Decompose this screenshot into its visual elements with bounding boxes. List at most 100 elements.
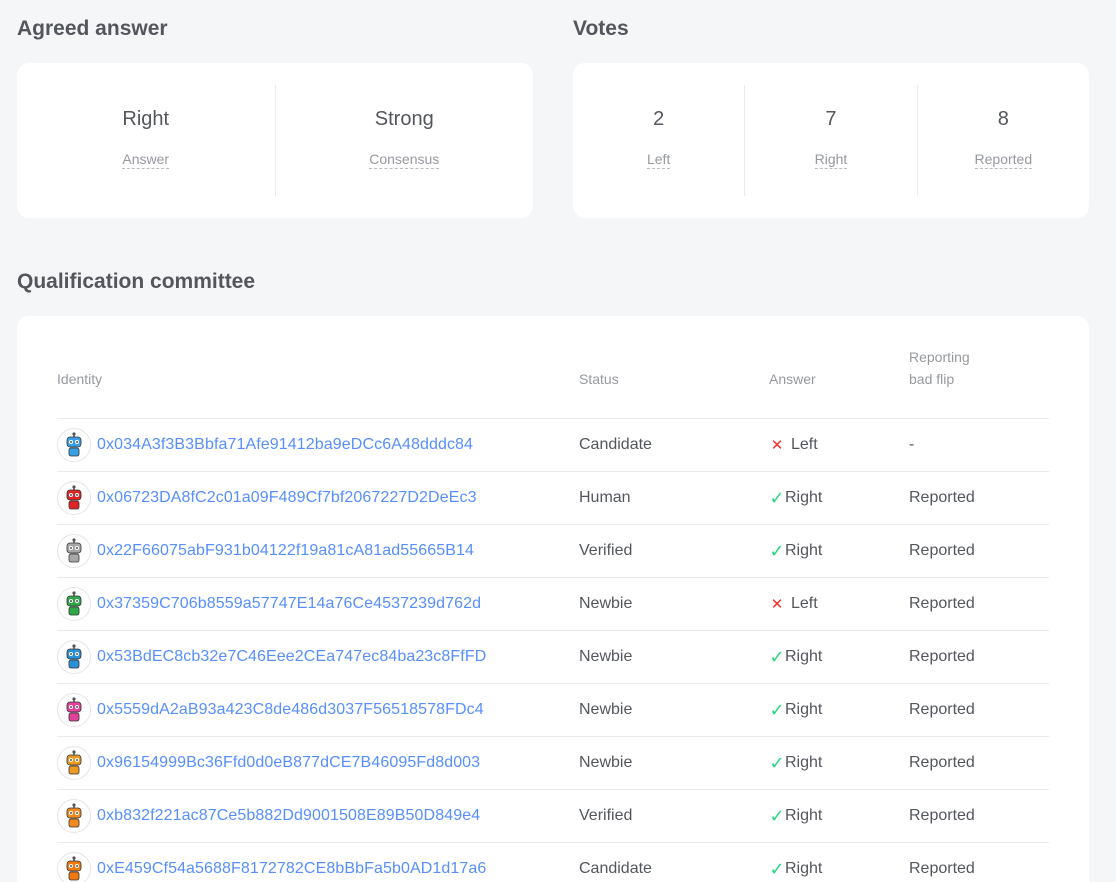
robot-avatar-icon[interactable] xyxy=(57,852,91,882)
right-votes-stat: 7 Right xyxy=(745,85,918,196)
table-row[interactable]: 0x96154999Bc36Ffd0d0eB877dCE7B46095Fd8d0… xyxy=(57,736,1049,790)
identity-address-link[interactable]: 0x53BdEC8cb32e7C46Eee2CEa747ec84ba23c8Ff… xyxy=(97,648,486,666)
left-votes-value: 2 xyxy=(653,108,665,130)
table-row[interactable]: 0x5559dA2aB93a423C8de486d3037F56518578FD… xyxy=(57,683,1049,737)
robot-avatar-icon[interactable] xyxy=(57,799,91,833)
answer-stat: Right Answer xyxy=(17,85,276,196)
reporting-cell: Reported xyxy=(909,471,1049,525)
status-cell: Verified xyxy=(579,789,769,843)
cross-icon: ✕ xyxy=(770,437,784,454)
robot-avatar-icon[interactable] xyxy=(57,640,91,674)
reported-votes-value: 8 xyxy=(997,108,1009,130)
answer-value: Right xyxy=(122,108,170,130)
identity-address-link[interactable]: 0x06723DA8fC2c01a09F489Cf7bf2067227D2DeE… xyxy=(97,489,477,507)
identity-cell: 0xb832f221ac87Ce5b882Dd9001508E89B50D849… xyxy=(57,789,579,843)
identity: 0x22F66075abF931b04122f19a81cA81ad55665B… xyxy=(57,534,579,568)
reported-votes-stat: 8 Reported xyxy=(918,85,1089,196)
answer-text: Right xyxy=(785,754,823,771)
identity-address-link[interactable]: 0x5559dA2aB93a423C8de486d3037F56518578FD… xyxy=(97,701,484,719)
identity: 0x5559dA2aB93a423C8de486d3037F56518578FD… xyxy=(57,693,579,727)
identity: 0x034A3f3B3Bbfa71Afe91412ba9eDCc6A48dddc… xyxy=(57,428,579,462)
consensus-stat: Strong Consensus xyxy=(276,85,534,196)
committee-title: Qualification committee xyxy=(17,270,256,293)
right-votes-label[interactable]: Right xyxy=(814,151,848,169)
reporting-header: Reporting bad flip xyxy=(909,346,1049,419)
check-icon: ✓ xyxy=(769,858,785,879)
answer-text: Left xyxy=(791,595,818,612)
answer-cell: ✕ Left xyxy=(769,418,909,472)
reporting-header-line2: bad flip xyxy=(909,371,955,387)
table-header-row: Identity Status Answer Reporting bad fli… xyxy=(57,346,1049,419)
identity: 0x53BdEC8cb32e7C46Eee2CEa747ec84ba23c8Ff… xyxy=(57,640,579,674)
table-row[interactable]: 0xE459Cf54a5688F8172782CE8bBbFa5b0AD1d17… xyxy=(57,842,1049,882)
answer-cell: ✓ Right xyxy=(769,683,909,737)
check-icon: ✓ xyxy=(769,487,785,508)
identity: 0x06723DA8fC2c01a09F489Cf7bf2067227D2DeE… xyxy=(57,481,579,515)
robot-avatar-icon[interactable] xyxy=(57,481,91,515)
identity: 0x37359C706b8559a57747E14a76Ce4537239d76… xyxy=(57,587,579,621)
answer-cell: ✓ Right xyxy=(769,524,909,578)
identity-address-link[interactable]: 0x96154999Bc36Ffd0d0eB877dCE7B46095Fd8d0… xyxy=(97,754,480,772)
reporting-cell: Reported xyxy=(909,630,1049,684)
answer-cell: ✕ Left xyxy=(769,577,909,631)
status-cell: Newbie xyxy=(579,577,769,631)
identity-cell: 0x06723DA8fC2c01a09F489Cf7bf2067227D2DeE… xyxy=(57,471,579,525)
left-votes-label[interactable]: Left xyxy=(646,151,671,169)
reporting-cell: Reported xyxy=(909,842,1049,882)
robot-avatar-icon[interactable] xyxy=(57,534,91,568)
committee-card: Identity Status Answer Reporting bad fli… xyxy=(17,316,1089,882)
right-votes-value: 7 xyxy=(825,108,837,130)
check-icon: ✓ xyxy=(769,805,785,826)
reported-votes-label[interactable]: Reported xyxy=(974,151,1033,169)
reporting-cell: - xyxy=(909,418,1049,472)
votes-card: 2 Left 7 Right 8 Reported xyxy=(573,63,1089,218)
table-row[interactable]: 0x22F66075abF931b04122f19a81cA81ad55665B… xyxy=(57,524,1049,578)
reporting-cell: Reported xyxy=(909,683,1049,737)
answer-text: Right xyxy=(785,701,823,718)
table-row[interactable]: 0xb832f221ac87Ce5b882Dd9001508E89B50D849… xyxy=(57,789,1049,843)
table-row[interactable]: 0x034A3f3B3Bbfa71Afe91412ba9eDCc6A48dddc… xyxy=(57,418,1049,472)
status-cell: Newbie xyxy=(579,630,769,684)
answer-text: Right xyxy=(785,860,823,878)
consensus-value: Strong xyxy=(374,108,434,130)
agreed-answer-title: Agreed answer xyxy=(17,17,168,40)
identity-cell: 0xE459Cf54a5688F8172782CE8bBbFa5b0AD1d17… xyxy=(57,842,579,882)
identity-address-link[interactable]: 0x22F66075abF931b04122f19a81cA81ad55665B… xyxy=(97,542,474,560)
identity-address-link[interactable]: 0x37359C706b8559a57747E14a76Ce4537239d76… xyxy=(97,595,481,613)
robot-avatar-icon[interactable] xyxy=(57,428,91,462)
identity-cell: 0x5559dA2aB93a423C8de486d3037F56518578FD… xyxy=(57,683,579,737)
robot-avatar-icon[interactable] xyxy=(57,693,91,727)
consensus-label[interactable]: Consensus xyxy=(369,151,440,169)
status-header: Status xyxy=(579,371,619,387)
committee-rows: 0x034A3f3B3Bbfa71Afe91412ba9eDCc6A48dddc… xyxy=(57,418,1049,882)
answer-text: Right xyxy=(785,542,823,559)
answer-cell: ✓ Right xyxy=(769,789,909,843)
identity-cell: 0x53BdEC8cb32e7C46Eee2CEa747ec84ba23c8Ff… xyxy=(57,630,579,684)
reporting-header-line1: Reporting xyxy=(909,349,970,365)
identity-address-link[interactable]: 0xb832f221ac87Ce5b882Dd9001508E89B50D849… xyxy=(97,807,480,825)
table-row[interactable]: 0x37359C706b8559a57747E14a76Ce4537239d76… xyxy=(57,577,1049,631)
robot-avatar-icon[interactable] xyxy=(57,746,91,780)
status-cell: Human xyxy=(579,471,769,525)
reporting-cell: Reported xyxy=(909,736,1049,790)
identity-address-link[interactable]: 0x034A3f3B3Bbfa71Afe91412ba9eDCc6A48dddc… xyxy=(97,436,473,454)
agreed-answer-card: Right Answer Strong Consensus xyxy=(17,63,533,218)
identity-address-link[interactable]: 0xE459Cf54a5688F8172782CE8bBbFa5b0AD1d17… xyxy=(97,860,486,878)
check-icon: ✓ xyxy=(769,646,785,667)
table-row[interactable]: 0x06723DA8fC2c01a09F489Cf7bf2067227D2DeE… xyxy=(57,471,1049,525)
reporting-cell: Reported xyxy=(909,577,1049,631)
table-row[interactable]: 0x53BdEC8cb32e7C46Eee2CEa747ec84ba23c8Ff… xyxy=(57,630,1049,684)
status-cell: Newbie xyxy=(579,736,769,790)
committee-table: Identity Status Answer Reporting bad fli… xyxy=(57,346,1049,882)
robot-avatar-icon[interactable] xyxy=(57,587,91,621)
identity-cell: 0x22F66075abF931b04122f19a81cA81ad55665B… xyxy=(57,524,579,578)
identity-cell: 0x96154999Bc36Ffd0d0eB877dCE7B46095Fd8d0… xyxy=(57,736,579,790)
answer-label[interactable]: Answer xyxy=(122,151,170,169)
identity: 0xb832f221ac87Ce5b882Dd9001508E89B50D849… xyxy=(57,799,579,833)
answer-cell: ✓ Right xyxy=(769,736,909,790)
answer-text: Right xyxy=(785,648,823,665)
reporting-cell: Reported xyxy=(909,524,1049,578)
identity-cell: 0x37359C706b8559a57747E14a76Ce4537239d76… xyxy=(57,577,579,631)
answer-header: Answer xyxy=(769,371,816,387)
identity-header: Identity xyxy=(57,371,103,387)
